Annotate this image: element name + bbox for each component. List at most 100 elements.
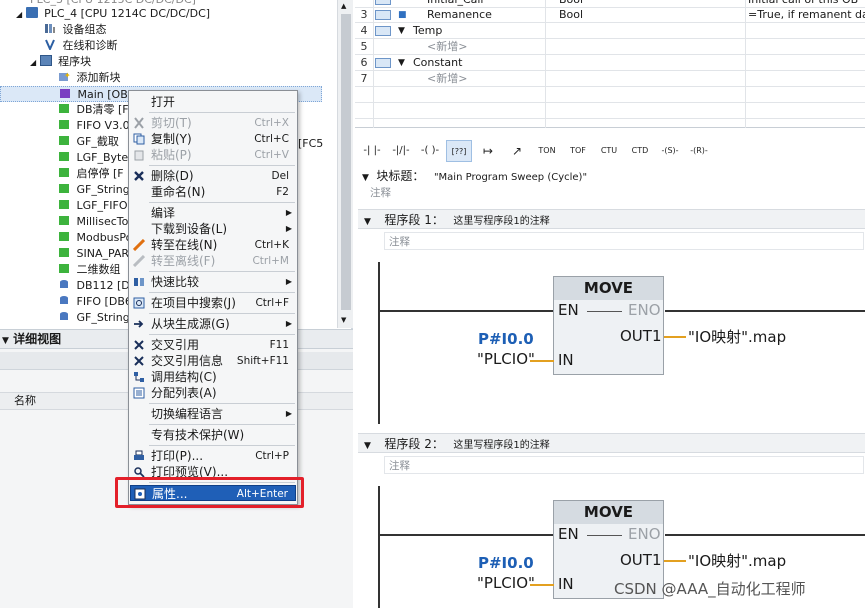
network-2-header[interactable]: ▼ 程序段 2： 这里写程序段1的注释 — [358, 433, 865, 453]
collapse-arrow-icon[interactable]: ▼ — [398, 23, 405, 39]
block-title-value[interactable]: "Main Program Sweep (Cycle)" — [434, 172, 587, 183]
power-rail — [378, 486, 380, 608]
interface-row[interactable] — [355, 87, 865, 103]
section-name: Temp — [413, 24, 443, 37]
interface-comment[interactable]: =True, if remanent data ar — [748, 7, 865, 23]
add-new-placeholder[interactable]: <新增> — [427, 39, 467, 55]
empty-box-button[interactable]: [??] — [446, 140, 472, 162]
tree-item-online-diag[interactable]: 在线和诊断 — [0, 38, 337, 54]
in-address[interactable]: P#I0.0 — [478, 330, 534, 348]
menu-item-quick-compare[interactable]: 快速比较 ▶ — [130, 274, 296, 290]
no-contact-button[interactable]: -| |- — [359, 140, 385, 162]
move-box[interactable]: MOVE EN ENO OUT1 IN — [553, 276, 664, 375]
menu-item-call-structure[interactable]: 调用结构(C) — [130, 369, 296, 385]
menu-item-go-offline[interactable]: 转至离线(F) Ctrl+M — [130, 253, 296, 269]
collapse-arrow-icon[interactable]: ◢ — [30, 58, 36, 67]
in-address[interactable]: P#I0.0 — [478, 554, 534, 572]
input-pin-icon — [375, 10, 391, 20]
network-title[interactable]: 这里写程序段1的注释 — [453, 216, 549, 227]
en-pin: EN — [558, 301, 579, 319]
menu-item-print[interactable]: 打印(P)... Ctrl+P — [130, 448, 296, 464]
network-title[interactable]: 这里写程序段1的注释 — [453, 440, 549, 451]
out-tag[interactable]: "IO映射".map — [688, 326, 786, 347]
set-coil-button[interactable]: -(S)- — [657, 140, 683, 162]
tree-scrollbar[interactable]: ▲ ▼ — [337, 0, 353, 328]
menu-item-copy[interactable]: 复制(Y) Ctrl+C — [130, 131, 296, 147]
diagnostics-icon — [44, 39, 56, 52]
tree-item-label: 启停停 [F — [76, 167, 124, 180]
interface-row[interactable] — [355, 103, 865, 119]
collapse-arrow-icon[interactable]: ▼ — [2, 336, 9, 346]
menu-item-generate-source[interactable]: 从块生成源(G) ▶ — [130, 316, 296, 332]
ton-button[interactable]: TON — [533, 140, 561, 162]
collapse-arrow-icon[interactable]: ▼ — [364, 441, 371, 451]
interface-row[interactable]: 3 ■ Remanence Bool =True, if remanent data a… — [355, 7, 865, 23]
in-tag[interactable]: "PLCIO" — [477, 574, 535, 592]
collapse-arrow-icon[interactable]: ◢ — [16, 10, 22, 19]
fc-block-icon — [58, 247, 70, 258]
scroll-down-icon[interactable]: ▼ — [341, 316, 346, 324]
interface-name[interactable]: Remanence — [427, 7, 492, 23]
tree-item-label: DB清零 [F — [76, 103, 129, 116]
tree-item-label: GF_String_ — [76, 183, 136, 196]
tree-item-add-block[interactable]: ✦ 添加新块 — [0, 70, 337, 86]
interface-row[interactable]: 4 ▼ Temp — [355, 23, 865, 39]
interface-row[interactable]: 5 <新增> — [355, 39, 865, 55]
menu-item-open[interactable]: 打开 — [130, 94, 296, 110]
menu-item-search-project[interactable]: 在项目中搜索(J) Ctrl+F — [130, 295, 296, 311]
menu-item-delete[interactable]: 删除(D) Del — [130, 168, 296, 184]
menu-item-cross-reference-info[interactable]: 交叉引用信息 Shift+F11 — [130, 353, 296, 369]
ladder-wire — [665, 310, 865, 312]
block-comment[interactable]: 注释 — [370, 185, 391, 200]
interface-row[interactable]: 7 <新增> — [355, 71, 865, 87]
svg-text:✦: ✦ — [64, 71, 70, 80]
collapse-arrow-icon[interactable]: ▼ — [362, 173, 369, 183]
interface-type[interactable]: Bool — [559, 7, 583, 23]
collapse-arrow-icon[interactable]: ▼ — [364, 217, 371, 227]
scroll-up-icon[interactable]: ▲ — [341, 2, 346, 10]
menu-item-rename[interactable]: 重命名(N) F2 — [130, 184, 296, 200]
collapse-arrow-icon[interactable]: ▼ — [398, 55, 405, 71]
menu-item-paste[interactable]: 粘贴(P) Ctrl+V — [130, 147, 296, 163]
compare-icon — [133, 276, 145, 288]
network-comment[interactable]: 注释 — [384, 456, 864, 474]
menu-item-go-online[interactable]: 转至在线(N) Ctrl+K — [130, 237, 296, 253]
interface-row[interactable]: 6 ▼ Constant — [355, 55, 865, 71]
menu-item-cross-reference[interactable]: 交叉引用 F11 — [130, 337, 296, 353]
tree-item-device-config[interactable]: 设备组态 — [0, 22, 337, 38]
nc-contact-button[interactable]: -|/|- — [388, 140, 414, 162]
menu-item-compile[interactable]: 编译 ▶ — [130, 205, 296, 221]
block-title-row[interactable]: ▼ 块标题： "Main Program Sweep (Cycle)" — [358, 167, 865, 185]
eno-pin: ENO — [628, 301, 661, 319]
annotation-highlight-box — [115, 477, 304, 508]
cut-icon — [133, 117, 145, 129]
cross-reference-icon — [133, 339, 145, 351]
ladder-wire — [380, 534, 554, 536]
coil-button[interactable]: -( )- — [417, 140, 443, 162]
open-branch-button[interactable]: ↦ — [475, 140, 501, 162]
menu-item-cut[interactable]: 剪切(T) Ctrl+X — [130, 115, 296, 131]
tree-item-program-blocks[interactable]: ◢ 程序块 — [0, 54, 337, 70]
scrollbar-thumb[interactable] — [341, 14, 351, 310]
network-1-header[interactable]: ▼ 程序段 1： 这里写程序段1的注释 — [358, 209, 865, 229]
ctu-button[interactable]: CTU — [595, 140, 623, 162]
tof-button[interactable]: TOF — [564, 140, 592, 162]
close-branch-button[interactable]: ↗ — [504, 140, 530, 162]
menu-item-download[interactable]: 下载到设备(L) ▶ — [130, 221, 296, 237]
in-tag[interactable]: "PLCIO" — [477, 350, 535, 368]
plc-icon — [25, 7, 38, 18]
constant-section-icon — [375, 58, 391, 68]
ctd-button[interactable]: CTD — [626, 140, 654, 162]
input-pin-icon — [375, 0, 391, 5]
menu-item-know-how-protection[interactable]: 专有技术保护(W) — [130, 427, 296, 443]
tree-item-label: 在线和诊断 — [62, 39, 118, 52]
network-comment[interactable]: 注释 — [384, 232, 864, 250]
menu-item-assignment-list[interactable]: 分配列表(A) — [130, 385, 296, 401]
add-new-placeholder[interactable]: <新增> — [427, 71, 467, 87]
tree-item-plc4[interactable]: ◢ PLC_4 [CPU 1214C DC/DC/DC] — [0, 6, 337, 22]
reset-coil-button[interactable]: -(R)- — [686, 140, 712, 162]
tree-item-label: FIFO V3.0 — [76, 119, 130, 132]
out-tag[interactable]: "IO映射".map — [688, 550, 786, 571]
en-eno-wire — [587, 311, 622, 312]
menu-item-switch-language[interactable]: 切换编程语言 ▶ — [130, 406, 296, 422]
